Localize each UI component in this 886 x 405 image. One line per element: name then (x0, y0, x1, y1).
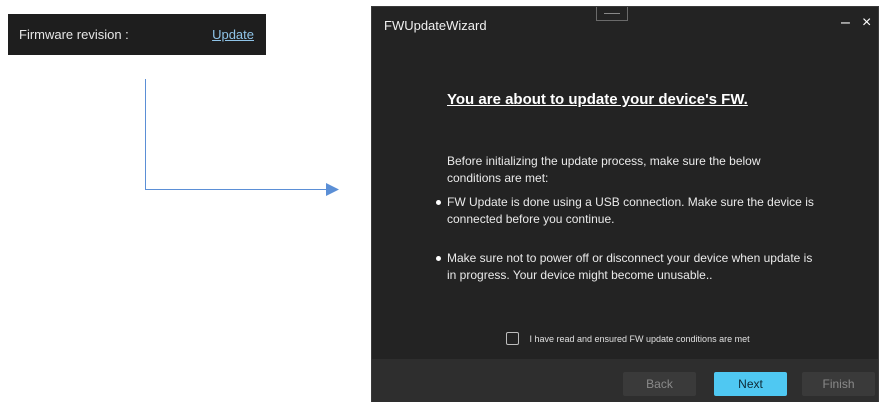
fw-update-wizard-window: FWUpdateWizard – × You are about to upda… (371, 6, 879, 402)
condition-text: FW Update is done using a USB connection… (447, 195, 814, 226)
condition-text: Make sure not to power off or disconnect… (447, 251, 813, 282)
bullet-icon (436, 200, 441, 205)
finish-button[interactable]: Finish (802, 372, 875, 396)
connector-line (145, 79, 326, 190)
conditions-checkbox-label[interactable]: I have read and ensured FW update condit… (529, 334, 749, 344)
drag-handle-icon[interactable] (596, 7, 628, 21)
condition-item: Make sure not to power off or disconnect… (436, 250, 816, 284)
conditions-checkbox-row[interactable]: I have read and ensured FW update condit… (506, 330, 750, 348)
wizard-heading: You are about to update your device's FW… (447, 91, 748, 108)
next-button[interactable]: Next (714, 372, 787, 396)
minimize-icon[interactable]: – (841, 14, 850, 32)
wizard-footer: Back Next Finish (372, 359, 878, 402)
conditions-checkbox[interactable] (506, 332, 519, 346)
window-title: FWUpdateWizard (384, 18, 487, 33)
back-button[interactable]: Back (623, 372, 696, 396)
bullet-icon (436, 256, 441, 261)
title-bar[interactable]: FWUpdateWizard – × (372, 7, 878, 41)
connector-arrowhead (326, 183, 339, 196)
close-icon[interactable]: × (862, 14, 871, 32)
condition-item: FW Update is done using a USB connection… (436, 194, 816, 228)
intro-text: Before initializing the update process, … (447, 154, 761, 185)
